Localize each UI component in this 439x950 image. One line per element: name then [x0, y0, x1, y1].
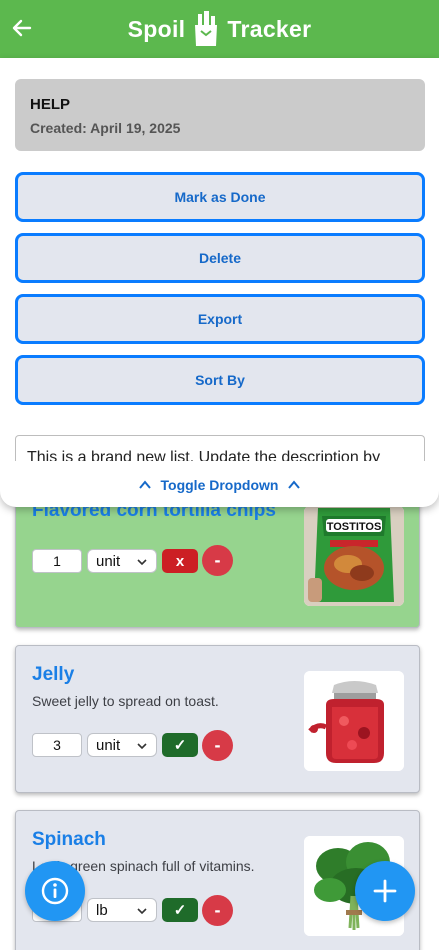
title-left: Spoil: [127, 15, 186, 42]
back-button[interactable]: [9, 15, 35, 41]
item-title: Jelly: [32, 664, 75, 685]
list-info-box: HELP Created: April 19, 2025: [15, 79, 425, 151]
chevron-up-icon: [138, 480, 151, 489]
quantity-input[interactable]: 1: [32, 549, 82, 573]
remove-item-button[interactable]: -: [202, 730, 233, 761]
chevron-down-icon: [137, 743, 147, 750]
plus-icon: [373, 879, 397, 903]
list-title: HELP: [30, 96, 71, 113]
jelly-jar-image: [304, 671, 404, 771]
unit-label: unit: [96, 736, 121, 754]
list-description-input[interactable]: This is a brand new list. Update the des…: [15, 435, 425, 461]
quantity-input[interactable]: 3: [32, 733, 82, 757]
unit-select[interactable]: unit: [87, 733, 157, 757]
mark-status-button[interactable]: ✓: [162, 898, 198, 922]
unit-select[interactable]: unit: [87, 549, 157, 573]
app: Flavored corn tortilla chips 1 unit x - …: [0, 0, 439, 950]
delete-button[interactable]: Delete: [15, 233, 425, 283]
chevron-down-icon: [137, 908, 147, 915]
remove-item-button[interactable]: -: [202, 545, 233, 576]
mark-status-button[interactable]: x: [162, 549, 198, 573]
sort-by-button[interactable]: Sort By: [15, 355, 425, 405]
export-button[interactable]: Export: [15, 294, 425, 344]
mark-status-button[interactable]: ✓: [162, 733, 198, 757]
chevron-up-icon: [288, 480, 301, 489]
list-item[interactable]: Flavored corn tortilla chips 1 unit x - …: [15, 487, 420, 628]
svg-text:TOSTITOS: TOSTITOS: [327, 521, 382, 533]
remove-item-button[interactable]: -: [202, 895, 233, 926]
title-right: Tracker: [227, 15, 312, 42]
toggle-dropdown-label: Toggle Dropdown: [160, 477, 279, 493]
app-title: Spoil Tracker: [128, 11, 312, 47]
add-item-button[interactable]: [355, 861, 415, 921]
list-item[interactable]: Jelly Sweet jelly to spread on toast. 3 …: [15, 645, 420, 793]
info-icon: [41, 877, 69, 905]
app-header: Spoil Tracker: [0, 0, 439, 58]
list-created-date: Created: April 19, 2025: [30, 120, 181, 136]
unit-label: unit: [96, 552, 121, 570]
chevron-down-icon: [137, 559, 147, 566]
unit-label: lb: [96, 901, 108, 919]
arrow-left-icon: [12, 19, 32, 37]
mark-as-done-button[interactable]: Mark as Done: [15, 172, 425, 222]
grocery-bag-logo-icon: [195, 11, 218, 46]
tostitos-bag-image: TOSTITOS: [304, 506, 404, 606]
toggle-dropdown-button[interactable]: Toggle Dropdown: [0, 473, 439, 497]
unit-select[interactable]: lb: [87, 898, 157, 922]
list-options-dropdown: HELP Created: April 19, 2025 Mark as Don…: [0, 58, 439, 507]
info-button[interactable]: [25, 861, 85, 921]
item-title: Spinach: [32, 829, 106, 850]
item-description: Sweet jelly to spread on toast.: [32, 693, 219, 709]
